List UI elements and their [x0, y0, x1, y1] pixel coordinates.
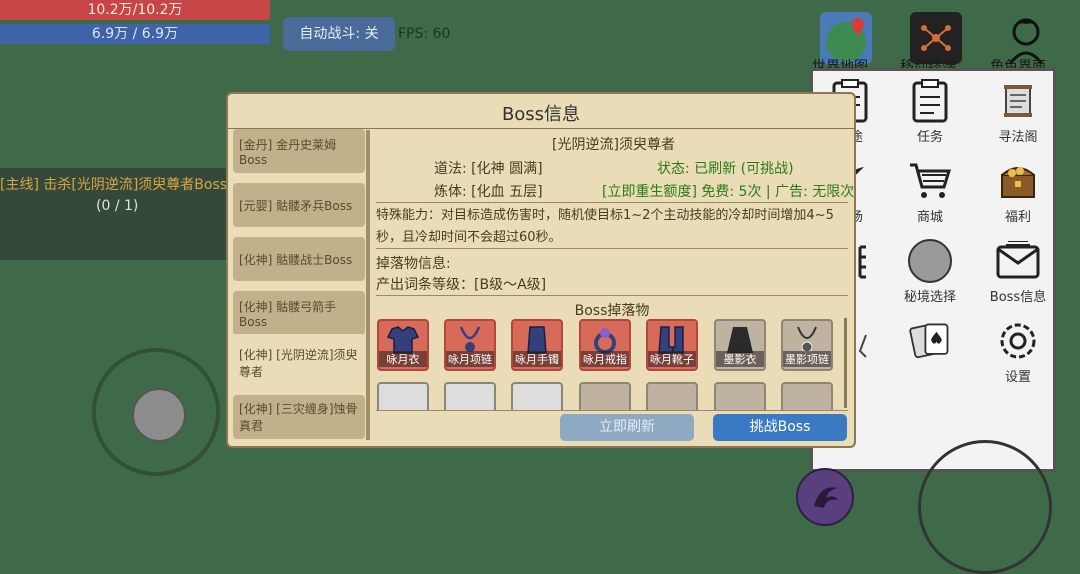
mp-bar: 6.9万 / 6.9万	[0, 24, 270, 44]
boss-list[interactable]: [金丹] 金丹史莱姆Boss [元婴] 骷髅矛兵Boss [化神] 骷髅战士Bo…	[231, 129, 369, 442]
menu-item-seek[interactable]: 寻法阁	[978, 72, 1058, 152]
menu-item-welfare[interactable]: 福利	[978, 152, 1058, 232]
special-ability: 特殊能力：对目标造成伤害时，随机使目标1~2个主动技能的冷却时间增加4~5秒，且…	[376, 208, 834, 245]
menu-label-task: 任务	[916, 130, 943, 145]
drops-scrollbar[interactable]	[844, 318, 847, 408]
drop-info-title: 掉落物信息:	[376, 256, 451, 272]
menu-label-settings: 设置	[1004, 370, 1031, 385]
menu-label-boss-info: Boss信息	[989, 290, 1047, 305]
menu-label-seek: 寻法阁	[998, 130, 1038, 145]
skill-button[interactable]	[796, 468, 854, 526]
task-icon	[907, 78, 953, 124]
dialog-title: Boss信息	[501, 104, 581, 125]
drop-item[interactable]	[646, 382, 698, 410]
menu-item-cards[interactable]	[890, 312, 970, 392]
drop-item[interactable]: 咏月手镯	[511, 319, 563, 371]
drop-item[interactable]	[714, 382, 766, 410]
challenge-boss-button[interactable]: 挑战Boss	[713, 414, 847, 441]
boss-list-item[interactable]: [元婴] 骷髅矛兵Boss	[233, 183, 365, 227]
boss-status: 状态: 已刷新 (可挑战)	[657, 161, 794, 177]
divider	[376, 202, 848, 203]
drops-title: Boss掉落物	[574, 303, 650, 319]
menu-item-settings[interactable]: 设置	[978, 312, 1058, 392]
boss-name: [光阴逆流]须臾尊者	[552, 137, 675, 153]
attack-button[interactable]	[918, 440, 1052, 574]
boss-list-item[interactable]: [化神] 骷髅战士Boss	[233, 237, 365, 281]
menu-label-realm: 秘境选择	[903, 290, 956, 305]
boss-list-scrollbar[interactable]	[366, 130, 370, 440]
divider	[376, 410, 848, 411]
boss-list-item[interactable]: [化神] [三灾缠身]蚀骨真君	[233, 395, 365, 439]
boss-body: 炼体: [化血 五层]	[434, 184, 543, 200]
drop-item[interactable]	[511, 382, 563, 410]
circle-icon	[907, 238, 953, 284]
menu-item-task[interactable]: 任务	[890, 72, 970, 152]
menu-label-welfare: 福利	[1004, 210, 1031, 225]
scroll-icon	[995, 78, 1041, 124]
drop-item[interactable]: 墨影衣	[714, 319, 766, 371]
menu-label-shop: 商城	[916, 210, 943, 225]
boss-list-item[interactable]: [金丹] 金丹史莱姆Boss	[233, 129, 365, 173]
quest-text[interactable]: [主线] 击杀[光阴逆流]须臾尊者Boss	[0, 174, 240, 194]
drop-grade: 产出词条等级：[B级～A级]	[376, 277, 547, 293]
drop-item[interactable]: 咏月衣	[377, 319, 429, 371]
drop-item[interactable]: 咏月戒指	[579, 319, 631, 371]
drops-row-clipped	[376, 380, 846, 410]
boss-list-item[interactable]: [化神] 骷髅弓箭手Boss	[233, 291, 365, 335]
treasure-icon	[995, 158, 1041, 204]
drop-item[interactable]	[579, 382, 631, 410]
menu-item-shop[interactable]: 商城	[890, 152, 970, 232]
cart-icon	[907, 158, 953, 204]
menu-item-boss-info[interactable]: Boss信息	[978, 232, 1058, 312]
gear-icon	[995, 318, 1041, 364]
quest-progress: (0 / 1)	[96, 198, 139, 214]
drop-item[interactable]	[781, 382, 833, 410]
drop-item[interactable]: 墨影项链	[781, 319, 833, 371]
joystick-knob[interactable]	[132, 388, 186, 442]
boss-list-item-selected[interactable]: [化神] [光阴逆流]须臾尊者	[233, 334, 365, 390]
cards-icon	[907, 318, 953, 364]
menu-item-realm[interactable]: 秘境选择	[890, 232, 970, 312]
hp-bar: 10.2万/10.2万	[0, 0, 270, 20]
boss-dao: 道法: [化神 圆满]	[434, 161, 543, 177]
divider	[376, 295, 848, 296]
respawn-quota: [立即重生额度] 免费: 5次 | 广告: 无限次	[602, 184, 855, 200]
auto-battle-button[interactable]: 自动战斗: 关	[283, 17, 395, 51]
divider	[376, 248, 848, 249]
drop-item[interactable]: 咏月项链	[444, 319, 496, 371]
fps-counter: FPS: 60	[398, 26, 451, 42]
drop-item[interactable]: 咏月靴子	[646, 319, 698, 371]
mail-icon	[995, 238, 1041, 284]
drop-item[interactable]	[377, 382, 429, 410]
drop-item[interactable]	[444, 382, 496, 410]
refresh-button[interactable]: 立即刷新	[560, 414, 694, 441]
